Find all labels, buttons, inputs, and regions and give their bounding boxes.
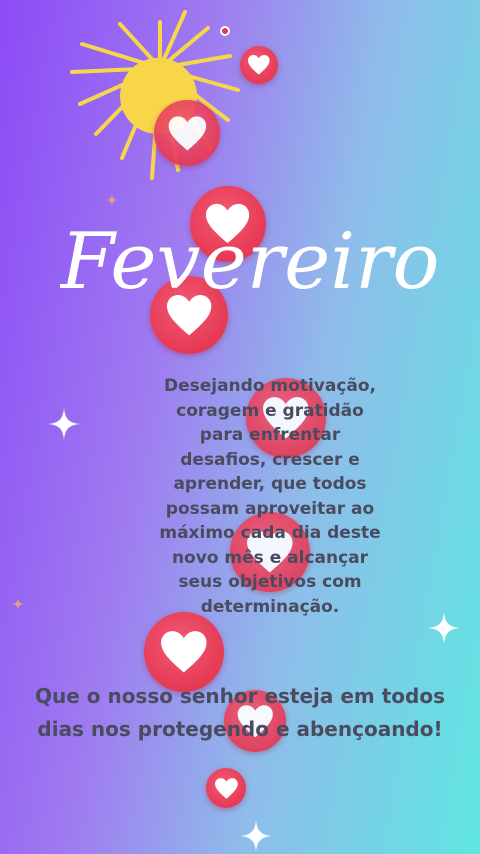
heart-icon: [168, 115, 206, 151]
heart-bubble: [240, 46, 278, 84]
message-line: possam aproveitar ao: [165, 498, 375, 519]
sparkle-icon: [48, 408, 80, 440]
message-line: para enfrentar: [199, 425, 341, 445]
message-line: aprender, que todos: [173, 474, 367, 494]
heart-bubble: [206, 768, 246, 808]
message-text: Desejando motivação, coragem e gratidão …: [120, 374, 420, 619]
sparkle-icon: [12, 598, 24, 610]
page-title: Fevereiro: [60, 217, 439, 307]
message-line: novo mês e alcançar: [171, 547, 369, 568]
sparkle-icon: [240, 820, 272, 852]
heart-icon: [161, 631, 207, 673]
blessing-text: Que o nosso senhor esteja em todos dias …: [0, 680, 480, 746]
message-line: seus objetivos com: [178, 572, 362, 592]
heart-icon: [248, 55, 270, 75]
sparkle-icon: [428, 612, 460, 644]
blessing-line: dias nos protegendo e abençoando!: [37, 717, 443, 741]
message-line: Desejando motivação,: [163, 376, 377, 396]
decor-dot: [220, 26, 230, 36]
heart-bubble: [154, 100, 220, 166]
message-line: máximo cada dia deste: [159, 523, 381, 543]
blessing-line: Que o nosso senhor esteja em todos: [34, 684, 445, 708]
story-canvas: Fevereiro Desejando motivação, coragem e…: [0, 0, 480, 854]
message-line: determinação.: [200, 596, 340, 617]
heart-icon: [214, 777, 238, 799]
message-line: desafios, crescer e: [180, 449, 360, 470]
message-line: coragem e gratidão: [176, 400, 364, 421]
title-script: Fevereiro: [60, 217, 439, 307]
